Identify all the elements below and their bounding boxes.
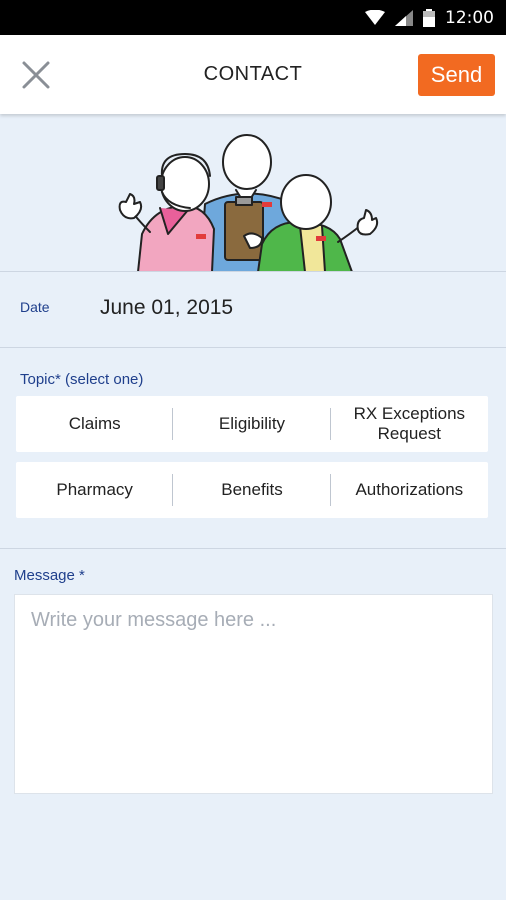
send-button[interactable]: Send <box>418 54 495 96</box>
status-bar: 12:00 <box>0 0 506 35</box>
topic-label: Topic* (select one) <box>20 371 144 388</box>
support-team-illustration <box>118 134 379 272</box>
topic-option-eligibility[interactable]: Eligibility <box>173 396 331 452</box>
wifi-icon <box>365 9 385 25</box>
message-input[interactable] <box>14 594 493 794</box>
topic-option-rx-exceptions[interactable]: RX Exceptions Request <box>331 396 488 452</box>
divider <box>0 347 506 348</box>
topic-row-1: Claims Eligibility RX Exceptions Request <box>16 396 488 452</box>
topic-option-authorizations[interactable]: Authorizations <box>331 462 488 518</box>
topic-row-2: Pharmacy Benefits Authorizations <box>16 462 488 518</box>
message-label: Message * <box>14 567 85 584</box>
signal-icon <box>395 9 413 26</box>
date-value[interactable]: June 01, 2015 <box>100 296 233 320</box>
clock: 12:00 <box>445 7 494 28</box>
topic-option-benefits[interactable]: Benefits <box>173 462 331 518</box>
topic-option-label: RX Exceptions Request <box>353 404 466 443</box>
divider <box>0 548 506 549</box>
topic-option-claims[interactable]: Claims <box>16 396 174 452</box>
app-bar: CONTACT Send <box>0 35 506 114</box>
divider <box>0 271 506 272</box>
battery-icon <box>423 8 435 27</box>
topic-option-pharmacy[interactable]: Pharmacy <box>16 462 174 518</box>
date-label: Date <box>20 299 50 315</box>
